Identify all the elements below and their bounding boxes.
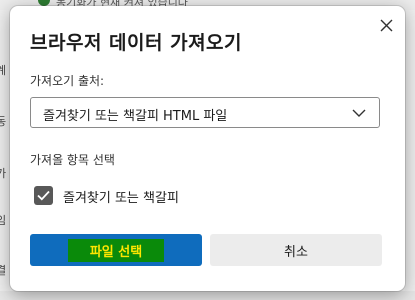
favorites-checkbox-label[interactable]: 즐겨찾기 또는 책갈피 <box>63 187 179 206</box>
close-button[interactable] <box>375 14 397 36</box>
background-fragment: 결 <box>0 264 7 277</box>
choose-file-button[interactable]: 파일 선택 <box>30 234 202 266</box>
import-browser-data-dialog: 브라우저 데이터 가져오기 가져오기 출처: 즐겨찾기 또는 책갈피 HTML … <box>10 6 405 291</box>
import-source-label: 가져오기 출처: <box>30 74 105 88</box>
favorites-checkbox[interactable] <box>34 186 53 205</box>
background-fragment: 동 <box>0 115 7 128</box>
background-bottom-edge <box>0 291 415 300</box>
background-left-edge: 계 동 가 임 결 <box>0 10 10 300</box>
import-source-selected: 즐겨찾기 또는 책갈피 HTML 파일 <box>43 109 228 124</box>
close-icon <box>380 19 392 31</box>
import-items-label: 가져올 항목 선택 <box>30 153 115 167</box>
background-fragment: 임 <box>0 214 7 227</box>
dialog-title: 브라우저 데이터 가져오기 <box>30 32 243 54</box>
import-source-dropdown[interactable]: 즐겨찾기 또는 책갈피 HTML 파일 <box>30 97 380 128</box>
chevron-down-icon <box>352 109 366 117</box>
cancel-button[interactable]: 취소 <box>210 234 382 266</box>
choose-file-label: 파일 선택 <box>67 238 165 262</box>
background-right-edge <box>405 10 415 300</box>
background-fragment: 계 <box>0 64 7 77</box>
background-fragment: 가 <box>0 167 7 180</box>
checkmark-icon <box>37 190 50 201</box>
